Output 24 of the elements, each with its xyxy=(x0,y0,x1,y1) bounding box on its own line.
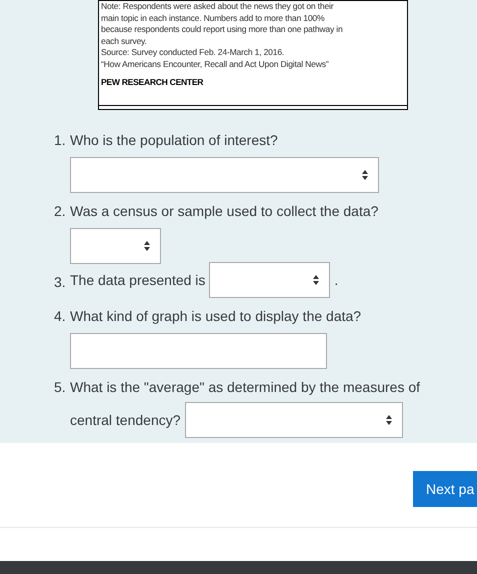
question-text: The data presented is xyxy=(70,270,206,290)
question-text: Who is the population of interest? xyxy=(70,131,279,150)
caret-icon xyxy=(144,241,150,251)
question-number: 5. xyxy=(54,378,67,397)
question-text: What kind of graph is used to display the data? xyxy=(70,307,362,326)
caret-icon xyxy=(386,415,392,425)
dropdown-select[interactable] xyxy=(70,157,379,193)
figure-credit: PEW RESEARCH CENTER xyxy=(101,76,204,88)
question-text: Was a census or sample used to collect the data? xyxy=(70,202,378,221)
question-number: 3. xyxy=(54,273,67,292)
question-number: 4. xyxy=(54,307,67,326)
question-text: What is the "average" as determined by the measures of xyxy=(70,378,420,397)
dropdown-select[interactable] xyxy=(70,228,161,264)
next-page-button[interactable]: Next pa xyxy=(413,471,477,507)
dropdown-select[interactable] xyxy=(209,262,330,298)
caret-icon xyxy=(362,170,368,180)
question-text: central tendency? xyxy=(70,410,181,430)
question-number: 1. xyxy=(54,131,67,150)
dropdown-select[interactable] xyxy=(184,402,403,438)
input-field[interactable] xyxy=(70,333,327,369)
figure-note: Note: Respondents were asked about the news they got on their main topic in each instance. Numbers add to more than 100% because respondents could report using more than one pathway in each survey. Source: Survey conducted Feb. 24-March 1, 2016. “How Americans Encounter, Recall and Act Upon Digital News” xyxy=(101,1,344,71)
question-number: 2. xyxy=(54,202,67,221)
period-text: . xyxy=(334,270,338,290)
caret-icon xyxy=(313,275,320,285)
